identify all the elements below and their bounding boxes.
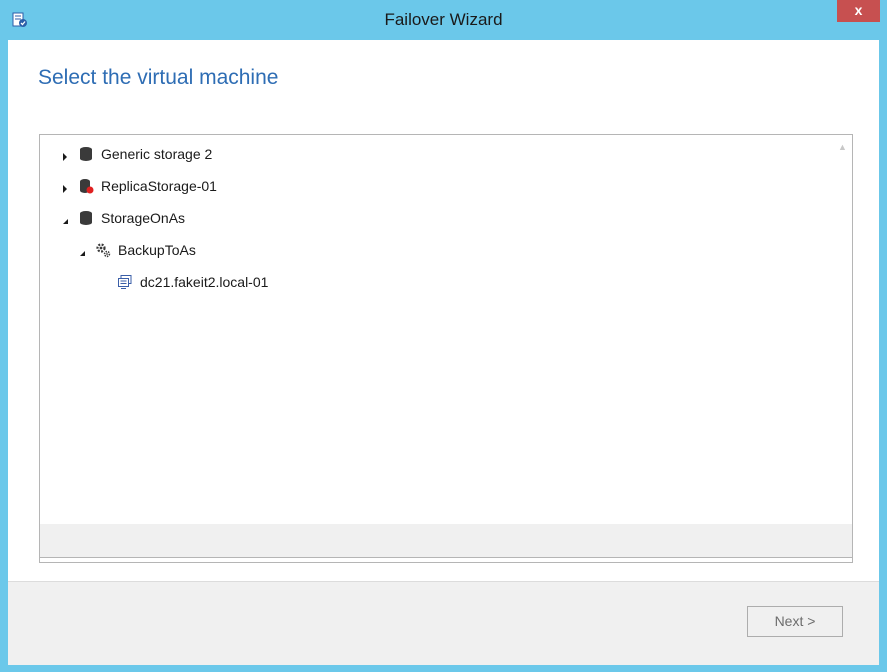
next-button[interactable]: Next > — [747, 606, 843, 637]
wizard-content: Select the virtual machine Generic stora… — [8, 40, 879, 665]
selection-info-bar — [39, 524, 853, 558]
storage-error-icon — [78, 178, 94, 194]
wizard-footer: Next > — [8, 581, 879, 665]
window-title: Failover Wizard — [384, 10, 503, 29]
failover-wizard-window: Failover Wizard x Select the virtual mac… — [0, 0, 887, 672]
tree-item-storageonas[interactable]: StorageOnAs — [60, 206, 185, 230]
page-title: Select the virtual machine — [38, 66, 279, 89]
expand-arrow-icon[interactable] — [60, 181, 70, 193]
scroll-up-icon[interactable]: ▲ — [834, 139, 851, 156]
tree-item-label: dc21.fakeit2.local-01 — [140, 274, 269, 290]
storage-icon — [78, 210, 94, 226]
title-bar[interactable]: Failover Wizard x — [0, 0, 887, 40]
tree-item-label: StorageOnAs — [101, 210, 186, 226]
tree-item-generic-storage-2[interactable]: Generic storage 2 — [60, 142, 212, 166]
vm-tree[interactable]: Generic storage 2 ReplicaStorage-01 Stor… — [39, 134, 853, 563]
expand-arrow-icon[interactable] — [60, 149, 70, 161]
close-button[interactable]: x — [837, 0, 880, 22]
tree-item-vm-dc21[interactable]: dc21.fakeit2.local-01 — [117, 270, 268, 294]
job-gears-icon — [95, 242, 111, 258]
virtual-machine-icon — [117, 274, 133, 290]
tree-item-replicastorage-01[interactable]: ReplicaStorage-01 — [60, 174, 217, 198]
tree-item-label: BackupToAs — [118, 242, 196, 258]
storage-icon — [78, 146, 94, 162]
vertical-scrollbar[interactable]: ▲ ▼ — [834, 136, 851, 561]
collapse-arrow-icon[interactable] — [77, 245, 87, 256]
collapse-arrow-icon[interactable] — [60, 213, 70, 224]
tree-item-label: Generic storage 2 — [101, 146, 213, 162]
tree-item-backuptoas[interactable]: BackupToAs — [77, 238, 196, 262]
tree-item-label: ReplicaStorage-01 — [101, 178, 217, 194]
